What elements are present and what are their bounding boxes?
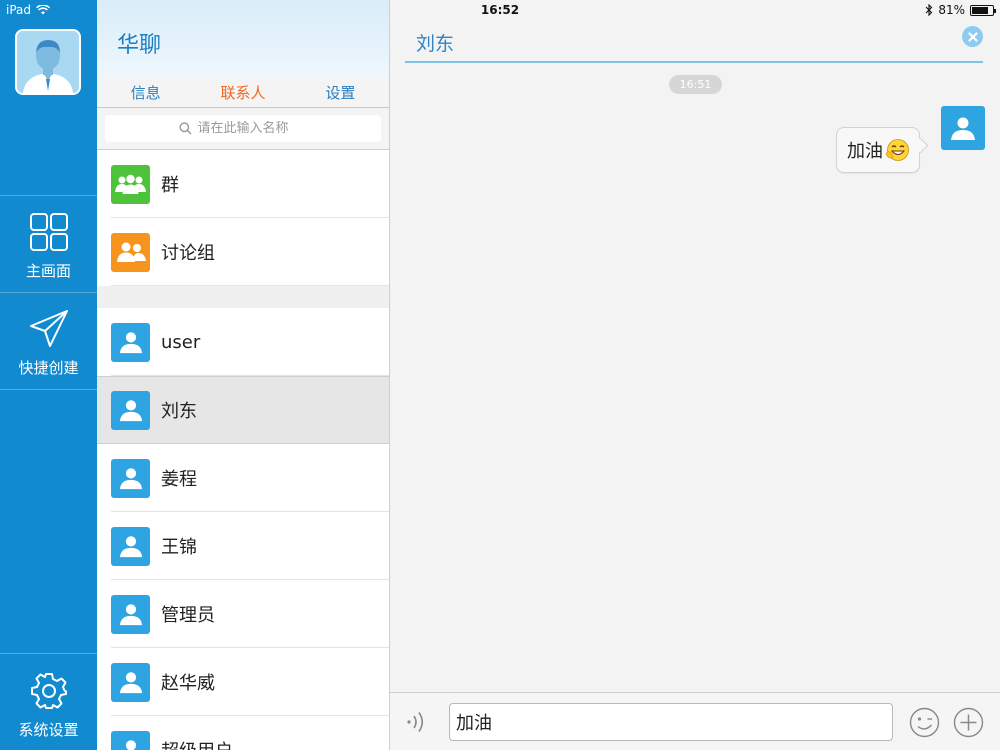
group-name: 群 xyxy=(161,175,179,196)
contact-row[interactable]: 管理员 xyxy=(97,580,389,648)
rail-item-label: 主画面 xyxy=(25,262,71,280)
search-bar xyxy=(97,108,389,150)
discussion-badge xyxy=(111,232,150,272)
contact-avatar xyxy=(111,594,150,634)
message-input-bar xyxy=(390,692,1000,750)
chat-pane: 刘东 16:51 加油 xyxy=(390,0,1000,750)
contact-list: user 刘东姜程王锦管理员赵华威超级用户 xyxy=(97,308,389,750)
contact-name: 王锦 xyxy=(161,537,197,558)
discussion-group-icon xyxy=(116,242,146,262)
sender-avatar[interactable] xyxy=(941,106,985,150)
section-gap xyxy=(97,286,389,308)
voice-icon[interactable] xyxy=(405,709,429,735)
contact-row[interactable]: 赵华威 xyxy=(97,648,389,716)
contact-name: 刘东 xyxy=(161,401,197,422)
rail-item-home[interactable]: 主画面 xyxy=(0,212,97,281)
app-title: 华聊 xyxy=(117,33,162,58)
contact-row[interactable]: 超级用户 xyxy=(97,716,389,750)
group-icon xyxy=(115,174,146,194)
user-avatar[interactable] xyxy=(15,29,81,95)
contact-avatar xyxy=(111,730,150,750)
group-name: 讨论组 xyxy=(161,243,215,264)
contact-avatar xyxy=(111,322,150,362)
clock: 16:52 xyxy=(480,3,520,17)
contact-row[interactable]: 王锦 xyxy=(97,512,389,580)
tab-contacts[interactable]: 联系人 xyxy=(194,78,291,107)
rail-item-quick-create[interactable]: 快捷创建 xyxy=(0,309,97,378)
close-icon xyxy=(967,31,978,42)
contact-avatar xyxy=(111,458,150,498)
chat-title: 刘东 xyxy=(416,33,455,55)
message-input[interactable] xyxy=(449,703,893,741)
group-row-groups[interactable]: 群 xyxy=(97,150,389,218)
search-icon xyxy=(178,122,192,135)
person-icon xyxy=(119,400,142,422)
person-icon xyxy=(119,332,142,354)
group-badge xyxy=(111,164,150,204)
wifi-icon xyxy=(36,5,50,15)
contact-row[interactable]: 姜程 xyxy=(97,444,389,512)
emoji-icon[interactable] xyxy=(909,707,940,738)
contact-row[interactable]: 刘东 xyxy=(97,376,389,444)
person-icon xyxy=(119,536,142,558)
contact-avatar xyxy=(111,390,150,430)
user-portrait-icon xyxy=(17,31,79,93)
battery-level xyxy=(972,6,989,14)
person-icon xyxy=(951,117,975,140)
nav-rail: 主画面 快捷创建 系统设置 xyxy=(0,0,97,750)
contact-name: 管理员 xyxy=(161,605,215,626)
search-box xyxy=(105,115,381,142)
contact-name: 超级用户 xyxy=(161,737,233,750)
person-icon xyxy=(125,740,136,750)
contacts-panel: 华聊 信息 联系人 设置 群 xyxy=(97,0,390,750)
contact-name: 姜程 xyxy=(161,469,197,490)
tab-settings[interactable]: 设置 xyxy=(292,78,389,107)
gear-icon xyxy=(30,673,67,709)
rail-item-label: 系统设置 xyxy=(18,721,79,739)
contact-row[interactable]: user xyxy=(97,308,389,376)
message-text: 加油 xyxy=(847,141,883,162)
tab-messages[interactable]: 信息 xyxy=(97,78,194,107)
battery-percent: 81% xyxy=(938,3,965,17)
contact-name: 赵华威 xyxy=(161,673,215,694)
battery-icon xyxy=(970,4,996,16)
rail-item-label: 快捷创建 xyxy=(18,359,79,377)
grin-emoji xyxy=(885,139,909,161)
message-bubble[interactable]: 加油 xyxy=(836,127,920,173)
paper-plane-icon xyxy=(29,310,68,347)
person-icon xyxy=(119,672,142,694)
panel-tabs: 信息 联系人 设置 xyxy=(97,78,389,108)
search-input[interactable] xyxy=(197,121,308,136)
device-name: iPad xyxy=(6,3,32,17)
contact-avatar xyxy=(111,662,150,702)
person-icon xyxy=(119,468,142,490)
chat-header: 刘东 xyxy=(405,20,983,63)
grid-icon xyxy=(29,213,68,251)
message-timestamp: 16:51 xyxy=(669,75,722,94)
contact-avatar xyxy=(111,526,150,566)
status-bar: iPad 16:52 81% xyxy=(0,0,1000,20)
bluetooth-icon xyxy=(925,4,933,16)
group-row-discussion[interactable]: 讨论组 xyxy=(97,218,389,286)
rail-item-system-settings[interactable]: 系统设置 xyxy=(0,671,97,740)
plus-icon[interactable] xyxy=(953,707,984,738)
person-icon xyxy=(119,604,142,626)
contact-name: user xyxy=(161,331,201,353)
close-chat-button[interactable] xyxy=(962,26,983,47)
